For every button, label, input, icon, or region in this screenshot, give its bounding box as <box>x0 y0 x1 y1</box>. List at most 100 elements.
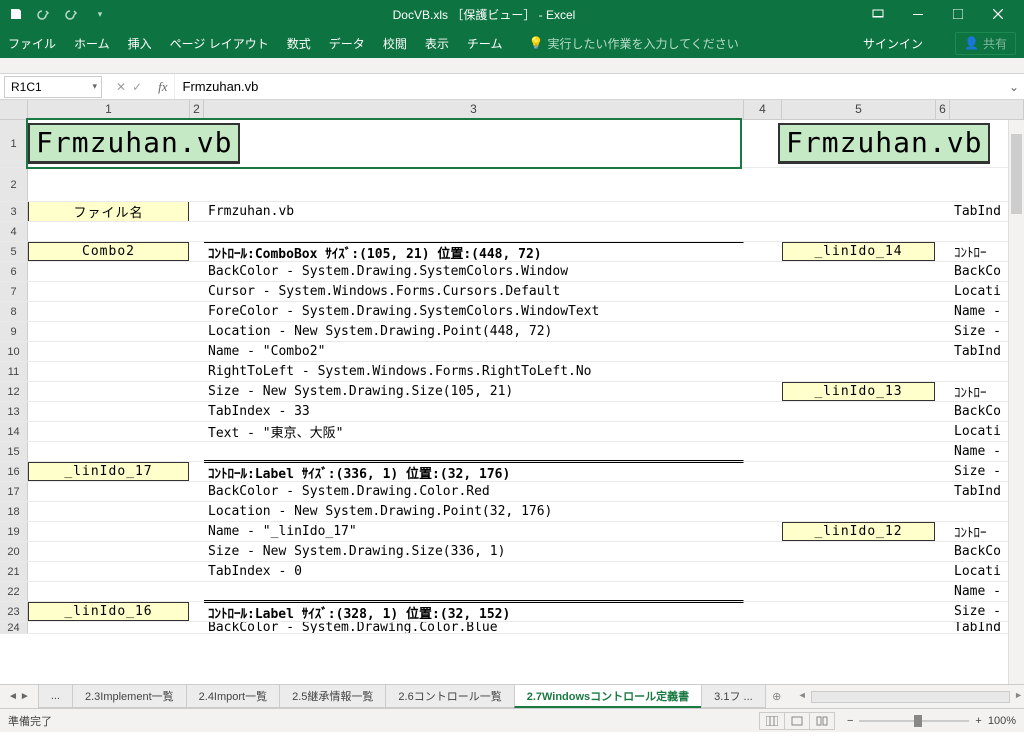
cell[interactable] <box>190 222 204 241</box>
row-header[interactable]: 22 <box>0 582 28 601</box>
cell[interactable] <box>744 482 782 501</box>
cell[interactable] <box>190 442 204 461</box>
horizontal-scrollbar[interactable] <box>789 685 1024 708</box>
cell[interactable] <box>782 422 936 441</box>
row-header[interactable]: 17 <box>0 482 28 501</box>
cell[interactable] <box>744 168 782 201</box>
cell[interactable]: Combo2 <box>28 242 190 261</box>
cell[interactable] <box>744 462 782 481</box>
cell[interactable] <box>936 402 950 421</box>
cancel-icon[interactable]: ✕ <box>116 80 126 94</box>
confirm-icon[interactable]: ✓ <box>132 80 142 94</box>
col-header[interactable]: 1 <box>28 100 190 119</box>
cell[interactable]: BackColor - System.Drawing.Color.Red <box>204 482 744 501</box>
cell[interactable] <box>782 202 936 221</box>
normal-view-icon[interactable] <box>759 712 785 730</box>
tell-me[interactable]: 💡 実行したい作業を入力してください <box>528 35 738 52</box>
cell[interactable]: Size - New System.Drawing.Size(336, 1) <box>204 542 744 561</box>
cell[interactable] <box>190 342 204 361</box>
formula-input[interactable]: Frmzuhan.vb <box>174 74 1004 99</box>
cell[interactable] <box>190 262 204 281</box>
col-header[interactable]: 5 <box>782 100 936 119</box>
cell[interactable]: Name - "Combo2" <box>204 342 744 361</box>
cell[interactable] <box>28 168 190 201</box>
cell[interactable]: _linIdo_17 <box>28 462 190 481</box>
cell[interactable] <box>936 242 950 261</box>
cell[interactable] <box>782 342 936 361</box>
sheet-nav[interactable]: ◄► <box>0 685 38 708</box>
cell[interactable]: ｺﾝﾄﾛｰﾙ:ComboBox ｻｲｽﾞ:(105, 21) 位置:(448, … <box>204 242 744 261</box>
redo-icon[interactable] <box>62 4 82 24</box>
cell[interactable]: Name - "_linIdo_17" <box>204 522 744 541</box>
cell[interactable] <box>190 622 204 633</box>
tab-home[interactable]: ホーム <box>74 28 110 58</box>
tab-review[interactable]: 校閲 <box>383 28 407 58</box>
cell[interactable] <box>936 502 950 521</box>
cell[interactable] <box>936 168 950 201</box>
cell[interactable] <box>204 442 744 461</box>
cell[interactable]: ForeColor - System.Drawing.SystemColors.… <box>204 302 744 321</box>
cell[interactable] <box>782 582 936 601</box>
cell[interactable]: _linIdo_12 <box>782 522 936 541</box>
cell[interactable] <box>936 562 950 581</box>
row-header[interactable]: 15 <box>0 442 28 461</box>
cell[interactable] <box>936 542 950 561</box>
cell[interactable] <box>782 362 936 381</box>
cell[interactable] <box>936 382 950 401</box>
cell[interactable] <box>744 542 782 561</box>
cell[interactable] <box>28 342 190 361</box>
cell[interactable] <box>28 522 190 541</box>
add-sheet-button[interactable]: ⊕ <box>765 685 789 708</box>
save-icon[interactable] <box>6 4 26 24</box>
zoom-slider[interactable] <box>859 720 969 722</box>
cell[interactable] <box>190 542 204 561</box>
zoom-control[interactable]: − + 100% <box>847 715 1016 727</box>
row-header[interactable]: 7 <box>0 282 28 301</box>
cell[interactable] <box>744 202 782 221</box>
col-header[interactable]: 6 <box>936 100 950 119</box>
cell[interactable] <box>190 582 204 601</box>
cell[interactable] <box>782 402 936 421</box>
cell[interactable]: ｺﾝﾄﾛｰﾙ:Label ｻｲｽﾞ:(328, 1) 位置:(32, 152) <box>204 602 744 621</box>
sign-in[interactable]: サインイン <box>863 35 923 52</box>
sheet-tab-ellipsis[interactable]: ... <box>38 685 73 708</box>
maximize-icon[interactable] <box>938 0 978 28</box>
qat-dropdown-icon[interactable]: ▾ <box>90 4 110 24</box>
cell[interactable] <box>190 522 204 541</box>
row-header[interactable]: 16 <box>0 462 28 481</box>
cell[interactable] <box>744 502 782 521</box>
minimize-icon[interactable] <box>898 0 938 28</box>
cell[interactable]: Frmzuhan.vb <box>204 202 744 221</box>
cell[interactable]: Cursor - System.Windows.Forms.Cursors.De… <box>204 282 744 301</box>
cell[interactable] <box>936 322 950 341</box>
cell[interactable] <box>190 302 204 321</box>
cell[interactable] <box>744 422 782 441</box>
cell[interactable]: ｺﾝﾄﾛｰﾙ:Label ｻｲｽﾞ:(336, 1) 位置:(32, 176) <box>204 462 744 481</box>
row-header[interactable]: 3 <box>0 202 28 221</box>
cell[interactable] <box>190 168 204 201</box>
cell[interactable] <box>190 382 204 401</box>
cell[interactable] <box>782 462 936 481</box>
col-header[interactable]: 4 <box>744 100 782 119</box>
cell[interactable] <box>782 262 936 281</box>
tab-insert[interactable]: 挿入 <box>128 28 152 58</box>
sheet-tab[interactable]: 2.7Windowsコントロール定義書 <box>514 685 702 708</box>
cell[interactable]: _linIdo_16 <box>28 602 190 621</box>
cell[interactable] <box>28 562 190 581</box>
col-header[interactable]: 3 <box>204 100 744 119</box>
col-header[interactable] <box>950 100 1024 119</box>
cell[interactable]: Text - "東京、大阪" <box>204 422 744 441</box>
cell[interactable] <box>28 362 190 381</box>
name-box[interactable]: R1C1 <box>4 76 102 98</box>
cell[interactable] <box>936 342 950 361</box>
cell[interactable] <box>190 462 204 481</box>
row-header[interactable]: 21 <box>0 562 28 581</box>
cell[interactable] <box>28 622 190 633</box>
cell[interactable] <box>28 382 190 401</box>
cell[interactable] <box>190 402 204 421</box>
cell[interactable] <box>744 402 782 421</box>
cell[interactable] <box>782 482 936 501</box>
cell[interactable] <box>28 222 190 241</box>
cell[interactable] <box>190 502 204 521</box>
spreadsheet-grid[interactable]: 1 2 3 4 5 6 1Frmzuhan.vbFrmzuhan.vb23ファイ… <box>0 100 1024 684</box>
